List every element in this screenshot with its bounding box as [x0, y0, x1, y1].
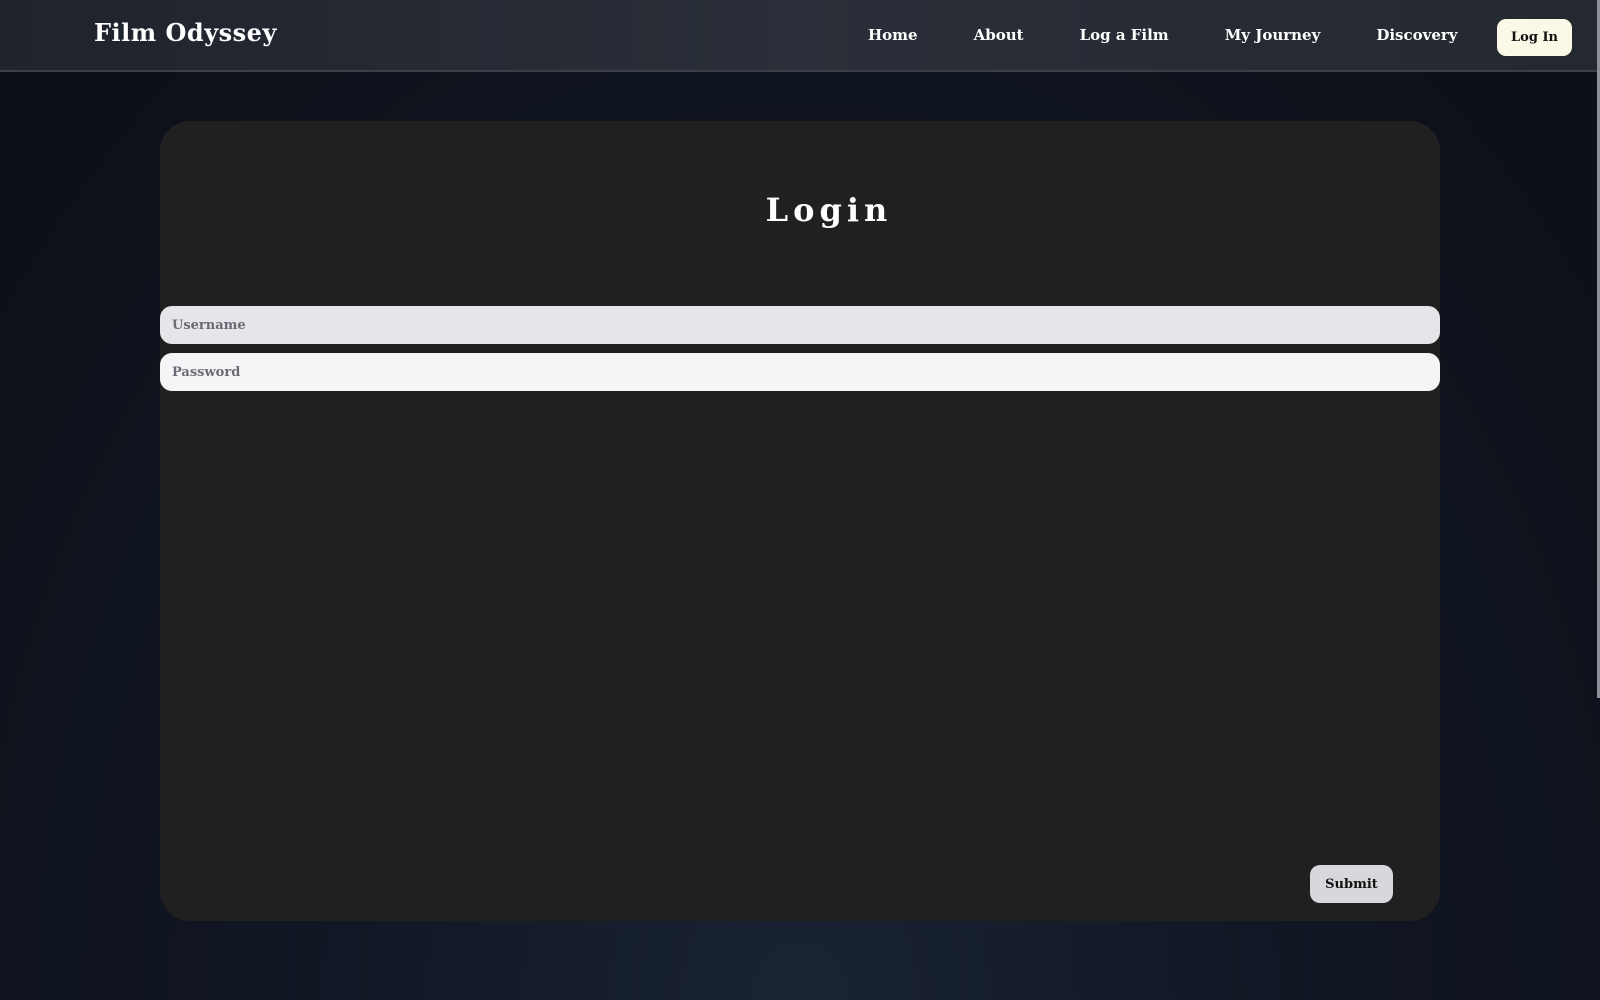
- password-input[interactable]: [160, 353, 1440, 391]
- submit-button[interactable]: Submit: [1310, 865, 1393, 903]
- nav-link-home[interactable]: Home: [868, 26, 918, 44]
- username-input[interactable]: [160, 306, 1440, 344]
- login-title: Login: [765, 191, 893, 229]
- nav-links: Home About Log a Film My Journey Discove…: [868, 26, 1457, 44]
- nav-link-discovery[interactable]: Discovery: [1376, 26, 1457, 44]
- top-navbar: Film Odyssey Home About Log a Film My Jo…: [0, 0, 1600, 72]
- login-card: Login Submit: [160, 121, 1440, 921]
- brand-logo-link[interactable]: Film Odyssey: [94, 18, 277, 47]
- nav-link-my-journey[interactable]: My Journey: [1225, 26, 1321, 44]
- nav-link-log-a-film[interactable]: Log a Film: [1080, 26, 1169, 44]
- nav-link-about[interactable]: About: [974, 26, 1024, 44]
- login-button[interactable]: Log In: [1497, 19, 1572, 56]
